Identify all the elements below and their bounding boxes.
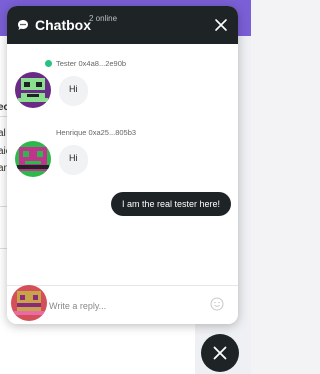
chat-bubble-icon <box>18 20 28 30</box>
close-icon[interactable] <box>214 18 228 32</box>
message-sender: Tester 0x4a8...2e90b <box>56 59 127 68</box>
chatbox-title: Chatbox <box>35 17 91 33</box>
chat-toggle-button[interactable] <box>201 334 239 372</box>
avatar[interactable] <box>15 141 51 177</box>
reply-composer <box>7 285 238 324</box>
online-count: 2 online <box>89 14 118 23</box>
message-bubble: Hi <box>59 145 88 175</box>
message-bubble: Hi <box>59 76 88 106</box>
user-avatar[interactable] <box>11 285 47 321</box>
reply-input[interactable] <box>47 295 201 317</box>
background-text-fragment: al <box>0 128 6 139</box>
smiley-icon[interactable] <box>210 297 224 311</box>
own-message-bubble: I am the real tester here! <box>111 192 232 216</box>
avatar[interactable] <box>15 72 51 108</box>
chatbox-header: Chatbox 2 online <box>7 6 238 44</box>
online-status-dot <box>45 60 52 67</box>
chatbox-window: Chatbox 2 online Tester 0x4a8...2e90b Hi… <box>7 6 238 324</box>
message-sender: Henrique 0xa25...805b3 <box>56 128 137 137</box>
close-icon <box>213 346 227 360</box>
message-list[interactable]: Tester 0x4a8...2e90b Hi Henrique 0xa25..… <box>7 44 238 287</box>
